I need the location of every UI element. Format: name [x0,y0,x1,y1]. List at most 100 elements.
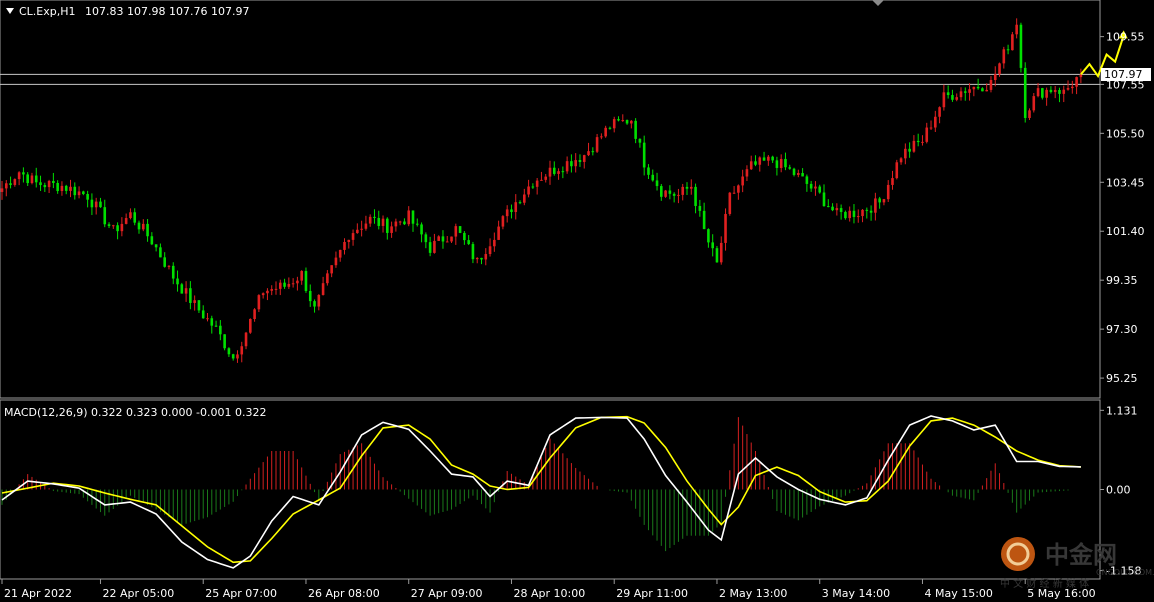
candle-body [0,188,4,192]
price-pane[interactable] [0,18,1128,363]
candle-body [767,156,770,161]
candle-body [1053,89,1057,93]
price-axis-label: 105.50 [1106,127,1145,140]
candle-body [304,271,308,291]
candle-body [210,318,214,326]
candle-body [514,202,518,213]
candle-body [129,212,132,219]
candle-body [561,171,565,173]
candle-body [921,141,924,143]
candle-body [968,89,971,93]
candle-body [895,162,899,179]
candle-body [398,221,402,223]
candle-body [552,167,556,174]
candle-body [578,160,582,162]
candle-body [826,206,830,208]
candle-body [638,138,642,143]
candle-body [869,210,873,213]
candle-body [433,240,436,253]
candle-body [197,300,201,311]
ohlc-values: 107.83 107.98 107.76 107.97 [85,5,249,18]
candle-body [625,120,629,124]
candle-body [698,205,702,211]
candle-body [99,201,102,208]
candle-body [407,210,411,225]
candle-body [77,191,81,196]
candle-body [176,278,179,285]
candle-body [1036,88,1040,97]
candle-body [137,222,141,230]
candle-body [184,288,188,294]
candle-body [9,183,12,185]
candle-body [959,91,963,98]
candle-body [976,86,980,89]
candle-body [779,158,783,168]
candle-body [749,161,753,170]
symbol-menu-arrow-icon[interactable] [6,8,14,14]
candle-body [270,289,274,291]
candle-body [154,244,158,248]
candle-body [1019,24,1023,68]
candle-body [681,186,685,195]
candle-body [839,208,843,212]
price-axis-label: 95.25 [1106,372,1138,385]
candle-body [548,167,552,177]
candle-body [64,185,68,191]
candle-body [488,246,492,255]
candle-body [754,161,757,165]
candle-body [775,160,779,168]
candle-body [758,157,762,165]
candle-body [510,209,513,213]
time-axis-label: 28 Apr 10:00 [513,587,585,600]
candle-body [338,249,342,258]
price-axis-label: 97.30 [1106,323,1138,336]
candle-body [518,202,522,204]
candle-body [116,225,119,232]
candle-body [617,119,620,121]
candle-body [244,332,248,347]
candle-body [1028,110,1031,118]
candle-body [454,226,458,237]
price-axis-label: 103.45 [1106,176,1145,189]
candle-body [43,185,47,188]
candle-body [1071,86,1074,89]
candle-body [771,156,774,161]
candle-body [326,273,329,284]
candle-body [227,348,231,355]
macd-pane[interactable] [1,415,1081,569]
chart-shift-marker-icon[interactable] [872,0,884,6]
candle-body [805,176,809,184]
candle-body [647,167,650,175]
candle-body [60,185,64,192]
candle-body [711,242,714,249]
candle-body [13,179,17,185]
candle-body [249,319,252,333]
candle-body [1066,88,1070,90]
candle-body [741,176,744,186]
candle-body [403,221,406,225]
price-axis-label: 101.40 [1106,225,1145,238]
candle-body [377,217,381,226]
candle-body [951,95,954,100]
candle-body [30,175,34,184]
watermark-url: CNGOLD.COM.CN [1096,568,1154,577]
candle-body [955,97,959,100]
candle-body [861,209,864,217]
candle-body [540,179,543,181]
candle-body [390,226,393,233]
candle-body [523,194,526,203]
candle-body [501,216,505,227]
candle-body [428,242,432,253]
candle-body [351,233,355,240]
candle-body [103,207,107,225]
candle-body [1058,89,1061,94]
candle-body [998,63,1001,75]
trading-chart[interactable]: 109.55107.55105.50103.45101.4099.3597.30… [0,0,1154,602]
candle-body [424,234,428,243]
candle-body [582,155,586,162]
candle-body [737,185,740,193]
candle-body [124,218,128,224]
candle-body [814,186,817,189]
candle-body [180,284,184,294]
candle-body [240,346,244,355]
